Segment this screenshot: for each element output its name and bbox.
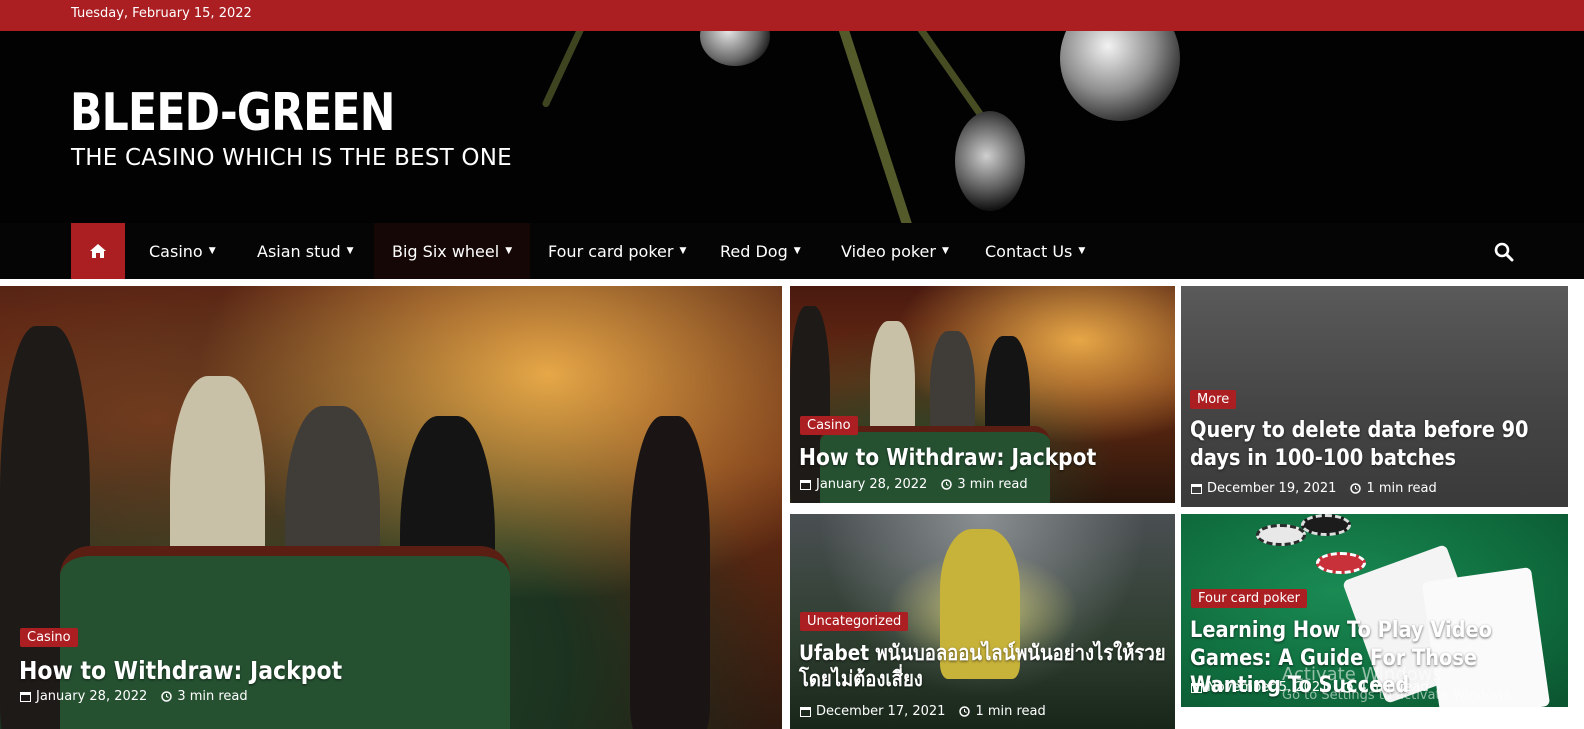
nav-item-label: Asian stud bbox=[257, 241, 341, 261]
post-meta: December 19, 2021 1 min read bbox=[1191, 481, 1437, 496]
nav-item-label: Casino bbox=[149, 241, 203, 261]
post-meta: January 28, 2022 3 min read bbox=[20, 689, 248, 704]
chevron-down-icon: ▼ bbox=[679, 246, 687, 256]
header-decoration bbox=[541, 31, 586, 109]
post-title[interactable]: How to Withdraw: Jackpot bbox=[799, 444, 1096, 473]
post-title[interactable]: How to Withdraw: Jackpot bbox=[19, 655, 342, 686]
nav-item-red-dog[interactable]: Red Dog ▼ bbox=[720, 223, 801, 279]
chevron-down-icon: ▼ bbox=[208, 246, 216, 256]
home-icon bbox=[90, 244, 106, 258]
post-meta: December 17, 2021 1 min read bbox=[800, 704, 1046, 719]
nav-item-label: Four card poker bbox=[548, 241, 674, 261]
post-read-time: 1 min read bbox=[1350, 481, 1437, 496]
windows-activation-watermark: Activate Windows bbox=[1282, 664, 1442, 685]
site-tagline: THE CASINO WHICH IS THE BEST ONE bbox=[71, 145, 512, 171]
clock-icon bbox=[161, 691, 173, 702]
nav-item-label: Contact Us bbox=[985, 241, 1073, 261]
post-read-time-text: 3 min read bbox=[177, 689, 248, 704]
post-date-text: January 28, 2022 bbox=[36, 689, 148, 704]
chevron-down-icon: ▼ bbox=[1078, 246, 1086, 256]
post-date-text: January 28, 2022 bbox=[816, 477, 928, 492]
post-read-time-text: 1 min read bbox=[975, 704, 1046, 719]
category-badge[interactable]: Casino bbox=[20, 628, 78, 647]
nav-item-big-six-wheel[interactable]: Big Six wheel ▼ bbox=[374, 223, 531, 279]
nav-item-label: Red Dog bbox=[720, 241, 788, 261]
calendar-icon bbox=[20, 692, 31, 702]
post-image-chip bbox=[1301, 514, 1351, 536]
post-date: December 19, 2021 bbox=[1191, 481, 1336, 496]
nav-item-label: Big Six wheel bbox=[392, 241, 500, 261]
post-date: January 28, 2022 bbox=[800, 477, 927, 492]
site-title[interactable]: BLEED-GREEN bbox=[70, 83, 395, 143]
top-bar: Tuesday, February 15, 2022 bbox=[0, 0, 1584, 31]
nav-item-casino[interactable]: Casino ▼ bbox=[149, 223, 216, 279]
post-card[interactable]: Casino How to Withdraw: Jackpot January … bbox=[790, 286, 1175, 503]
chevron-down-icon: ▼ bbox=[793, 246, 801, 256]
calendar-icon bbox=[800, 707, 811, 717]
post-image-figure bbox=[630, 416, 710, 729]
current-date: Tuesday, February 15, 2022 bbox=[71, 6, 252, 21]
post-card[interactable]: More Query to delete data before 90 days… bbox=[1181, 286, 1568, 507]
post-read-time: 1 min read bbox=[959, 704, 1046, 719]
post-read-time-text: 3 min read bbox=[957, 477, 1028, 492]
post-date: January 28, 2022 bbox=[20, 689, 147, 704]
nav-item-video-poker[interactable]: Video poker ▼ bbox=[841, 223, 949, 279]
home-button[interactable] bbox=[71, 223, 125, 279]
category-badge[interactable]: Uncategorized bbox=[800, 612, 909, 631]
post-meta: January 28, 2022 3 min read bbox=[800, 477, 1028, 492]
calendar-icon bbox=[1191, 683, 1202, 693]
chevron-down-icon: ▼ bbox=[505, 246, 513, 256]
windows-activation-watermark-hint: Go to Settings to activate Windows. bbox=[1282, 688, 1515, 703]
post-date-text: December 19, 2021 bbox=[1207, 481, 1337, 496]
clock-icon bbox=[941, 479, 953, 490]
clock-icon bbox=[959, 706, 971, 717]
chevron-down-icon: ▼ bbox=[346, 246, 354, 256]
main-navigation: Casino ▼ Asian stud ▼ Big Six wheel ▼ Fo… bbox=[0, 223, 1584, 279]
featured-post-main[interactable]: Casino How to Withdraw: Jackpot January … bbox=[0, 286, 782, 729]
post-read-time-text: 1 min read bbox=[1366, 481, 1437, 496]
nav-item-asian-stud[interactable]: Asian stud ▼ bbox=[257, 223, 354, 279]
category-badge[interactable]: Four card poker bbox=[1191, 589, 1307, 608]
post-image-chip bbox=[1316, 552, 1366, 574]
post-date-text: December 17, 2021 bbox=[816, 704, 946, 719]
post-image-chip bbox=[1256, 524, 1306, 546]
nav-item-four-card-poker[interactable]: Four card poker ▼ bbox=[548, 223, 686, 279]
post-read-time: 3 min read bbox=[161, 689, 248, 704]
post-title[interactable]: Ufabet พนันบอลออนไลน์พนันอย่างไรให้รวยโด… bbox=[799, 640, 1169, 693]
clock-icon bbox=[1350, 483, 1362, 494]
post-date: December 17, 2021 bbox=[800, 704, 945, 719]
header-decoration bbox=[1060, 31, 1180, 121]
calendar-icon bbox=[800, 480, 811, 490]
post-card[interactable]: Uncategorized Ufabet พนันบอลออนไลน์พนันอ… bbox=[790, 514, 1175, 729]
nav-item-label: Video poker bbox=[841, 241, 936, 261]
calendar-icon bbox=[1191, 484, 1202, 494]
site-header: BLEED-GREEN THE CASINO WHICH IS THE BEST… bbox=[0, 31, 1584, 223]
nav-item-contact-us[interactable]: Contact Us ▼ bbox=[985, 223, 1085, 279]
chevron-down-icon: ▼ bbox=[941, 246, 949, 256]
search-icon[interactable] bbox=[1493, 241, 1515, 263]
header-decoration bbox=[955, 111, 1025, 211]
post-title[interactable]: Query to delete data before 90 days in 1… bbox=[1190, 417, 1538, 472]
header-decoration bbox=[834, 31, 916, 223]
header-decoration bbox=[700, 31, 770, 66]
post-read-time: 3 min read bbox=[941, 477, 1028, 492]
category-badge[interactable]: Casino bbox=[800, 416, 858, 435]
category-badge[interactable]: More bbox=[1190, 390, 1237, 409]
